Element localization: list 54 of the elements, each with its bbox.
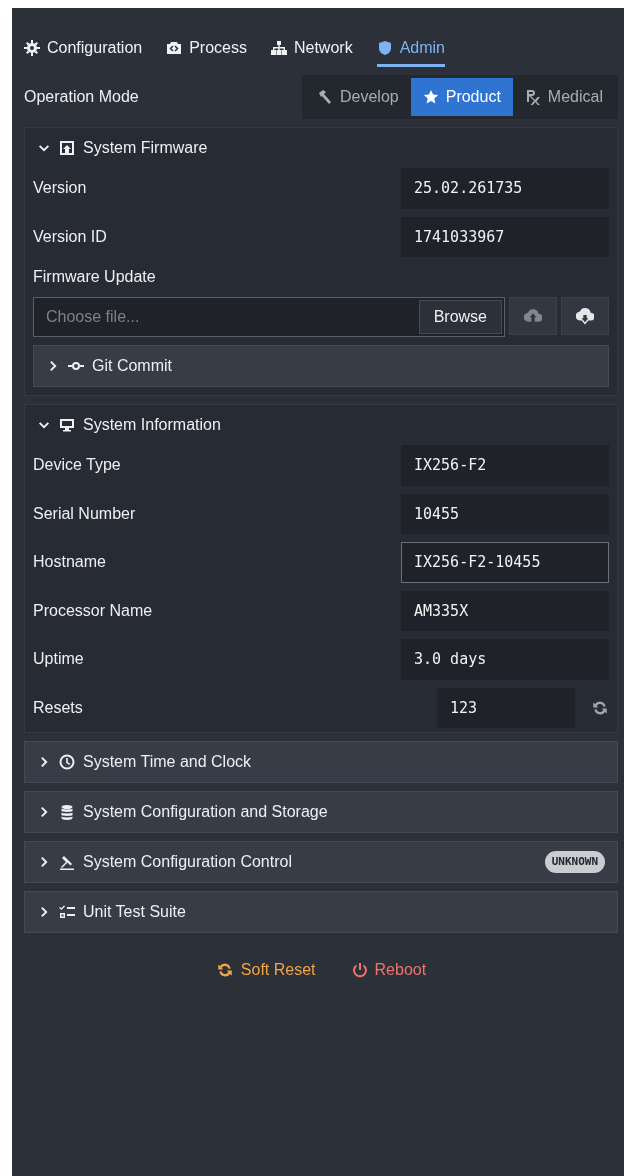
download-button[interactable] [561, 297, 609, 335]
nav-tab[interactable]: Process [166, 30, 247, 67]
section-header[interactable]: System Configuration and Storage [24, 791, 618, 833]
field-label: Uptime [33, 649, 84, 670]
field-label: Version [33, 178, 87, 199]
nav-tab[interactable]: Admin [376, 30, 445, 67]
prescription-icon [524, 89, 541, 105]
cloud-upload-icon [524, 307, 542, 325]
status-badge: UNKNOWN [544, 850, 605, 874]
action-link[interactable]: Reboot [345, 957, 433, 983]
field-label: Serial Number [33, 503, 136, 524]
value-field: 1741033967 [401, 216, 609, 257]
subsection-header[interactable]: Git Commit [33, 345, 609, 387]
value-field: IX256-F2 [401, 445, 609, 486]
power-icon [351, 962, 368, 978]
field-label: Hostname [33, 552, 106, 573]
hostname-input[interactable]: IX256-F2-10455 [401, 542, 609, 583]
browse-button[interactable]: Browse [418, 300, 502, 334]
section-header[interactable]: Unit Test Suite [24, 891, 618, 933]
shield-icon [376, 40, 393, 56]
checklist-icon [59, 904, 75, 920]
monitor-icon [59, 417, 75, 433]
hammer-icon [317, 89, 333, 105]
star-icon [422, 89, 439, 105]
upload-box-icon [59, 140, 75, 156]
refresh-icon [215, 961, 234, 979]
gear-icon [24, 40, 40, 56]
section-header[interactable]: System Information [25, 405, 617, 445]
nav-tab[interactable]: Network [270, 30, 353, 67]
mode-option[interactable]: Product [410, 78, 513, 116]
nav-tab[interactable]: Configuration [24, 30, 143, 67]
section-header[interactable]: System Firmware [25, 128, 617, 168]
clock-icon [59, 754, 75, 770]
network-icon [270, 40, 287, 56]
field-label: Resets [33, 697, 83, 718]
mode-option[interactable]: Develop [305, 78, 411, 116]
value-field: 123 [437, 687, 575, 728]
value-field: AM335X [401, 590, 609, 631]
mode-option[interactable]: Medical [512, 78, 615, 116]
operation-mode-label: Operation Mode [24, 87, 139, 107]
value-field: 10455 [401, 493, 609, 534]
field-label: Firmware Update [33, 267, 157, 287]
value-field: 25.02.261735 [401, 168, 609, 209]
field-label: Version ID [33, 226, 107, 247]
database-icon [59, 804, 75, 820]
field-label: Device Type [33, 455, 121, 476]
value-field: 3.0 days [401, 639, 609, 680]
section-header[interactable]: System Time and Clock [24, 741, 618, 783]
camera-icon [166, 40, 183, 56]
field-label: Processor Name [33, 600, 153, 621]
file-input[interactable]: Choose file... Browse [33, 297, 505, 337]
cloud-download-icon [576, 307, 594, 325]
action-link[interactable]: Soft Reset [209, 957, 322, 983]
section-header[interactable]: System Configuration Control UNKNOWN [24, 841, 618, 883]
